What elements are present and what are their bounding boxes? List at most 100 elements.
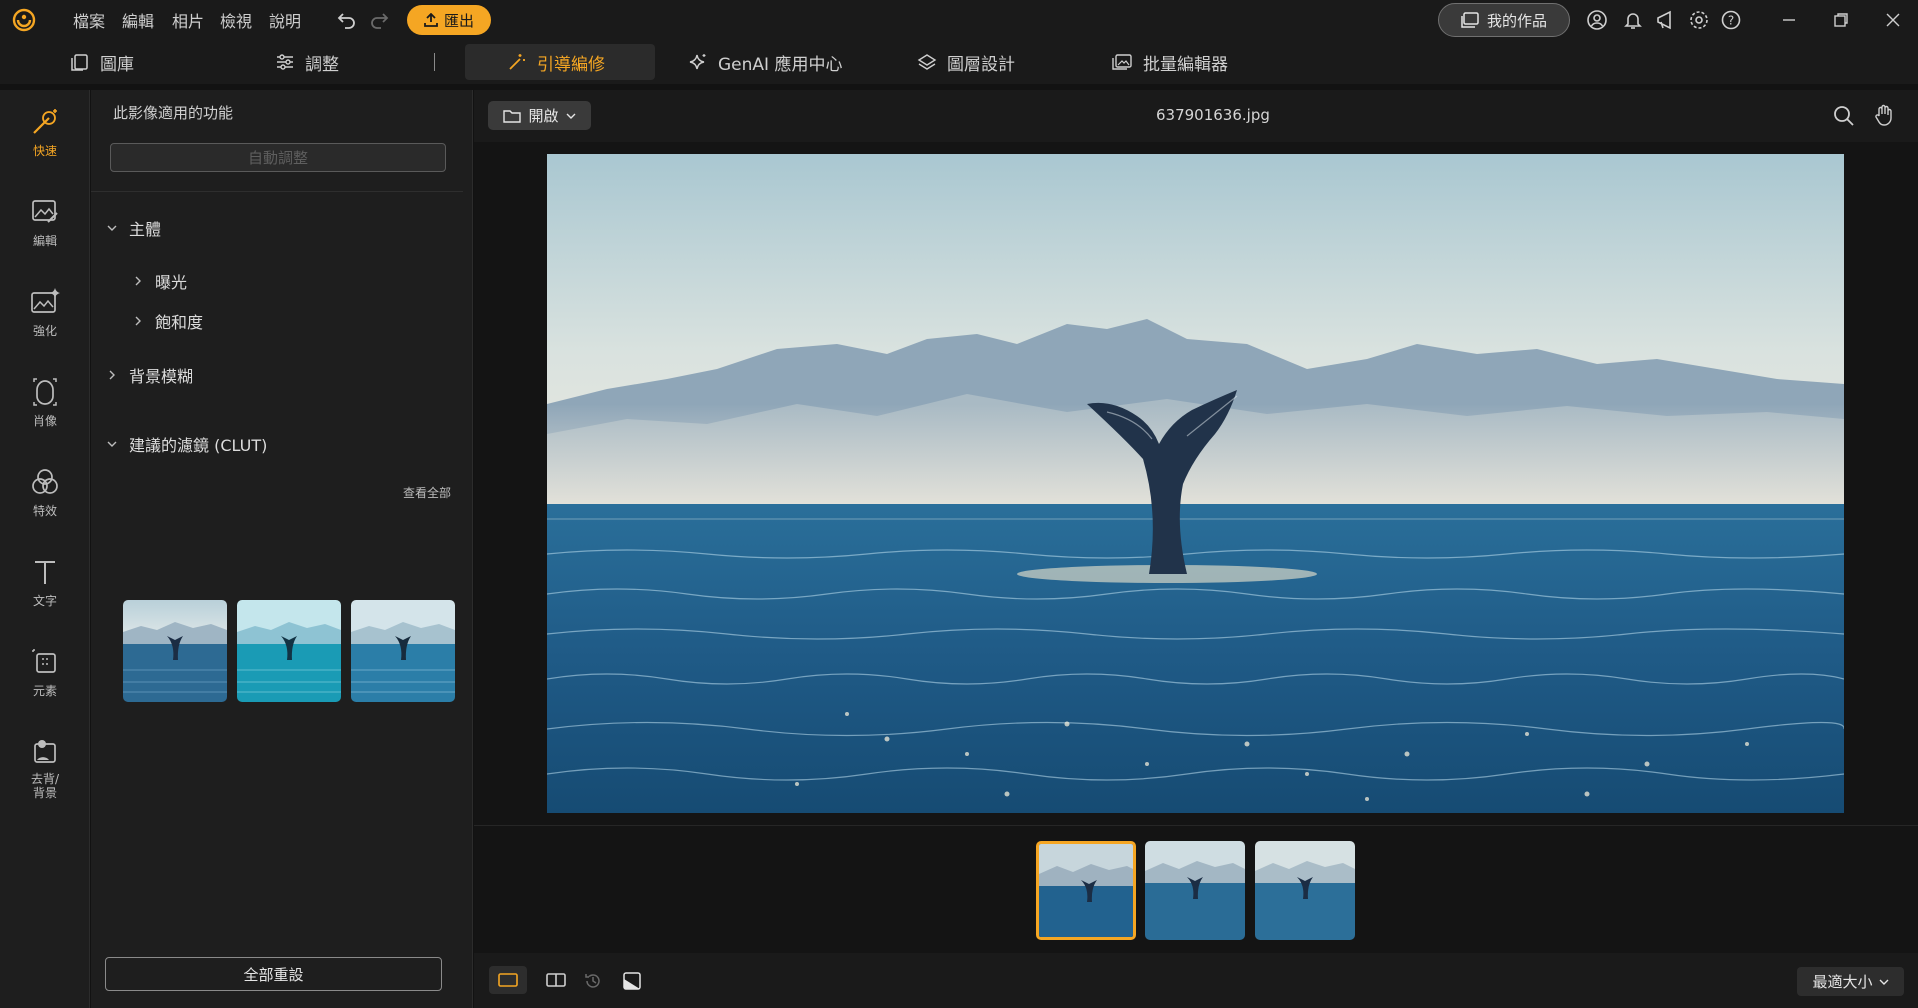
tab-guided-edit[interactable]: 引導編修	[465, 44, 655, 80]
restore-icon[interactable]	[1830, 9, 1852, 31]
menu-edit[interactable]: 編輯	[122, 8, 154, 32]
reset-all-button[interactable]: 全部重設	[105, 957, 442, 991]
tab-library[interactable]: 圖庫	[70, 44, 134, 80]
filter-thumbnail[interactable]	[123, 600, 227, 702]
menu-help[interactable]: 說明	[269, 8, 301, 32]
svg-text:?: ?	[1728, 14, 1734, 28]
split-view-icon	[546, 973, 566, 987]
see-all-link[interactable]: 查看全部	[403, 484, 451, 501]
filmstrip-thumbnail[interactable]	[1255, 841, 1355, 940]
auto-adjust-button[interactable]: 自動調整	[110, 143, 446, 172]
my-work-button[interactable]: 我的作品	[1438, 3, 1570, 37]
folder-icon	[503, 109, 522, 123]
tab-library-label: 圖庫	[100, 54, 134, 75]
section-suggested-filters-label: 建議的濾鏡 (CLUT)	[129, 436, 268, 455]
tab-batch-editor[interactable]: 批量編輯器	[1111, 44, 1228, 80]
compare-view-button[interactable]	[537, 966, 575, 994]
filmstrip-thumbnail-selected[interactable]	[1036, 841, 1136, 940]
tab-divider	[434, 53, 435, 71]
tab-genai-hub-label: GenAI 應用中心	[718, 54, 843, 75]
rail-label: 特效	[32, 504, 57, 518]
menu-photo[interactable]: 相片	[172, 8, 204, 32]
rail-label: 快速	[32, 144, 57, 158]
sliders-icon	[277, 54, 293, 70]
pan-hand-icon[interactable]	[1872, 103, 1896, 127]
export-button[interactable]: 匯出	[407, 5, 491, 35]
auto-adjust-label: 自動調整	[247, 149, 308, 167]
feature-panel: 此影像適用的功能 自動調整 主體 曝光 飽和度 背景模糊 建議的濾鏡 (CLUT…	[91, 90, 473, 1008]
rail-label: 去背/ 背景	[30, 772, 60, 800]
megaphone-icon[interactable]	[1655, 9, 1677, 31]
bottom-toolbar	[474, 953, 1918, 1008]
chevron-right-icon	[135, 316, 141, 326]
tab-layer-design-label: 圖層設計	[947, 54, 1015, 75]
single-view-button[interactable]	[489, 966, 527, 994]
rail-item-text[interactable]: 文字	[0, 556, 90, 609]
filmstrip-thumbnail[interactable]	[1145, 841, 1245, 940]
panel-divider	[91, 191, 463, 192]
rail-item-elements[interactable]: 元素	[0, 646, 90, 699]
image-edit-icon	[32, 200, 58, 223]
minimize-icon[interactable]	[1778, 9, 1800, 31]
tool-rail: 快速 編輯 強化 肖像 特效 文字 元素 去背/ 背景	[0, 90, 90, 1008]
reset-all-label: 全部重設	[243, 965, 304, 984]
tab-adjust[interactable]: 調整	[275, 44, 339, 80]
menu-file[interactable]: 檔案	[73, 8, 105, 32]
file-name: 637901636.jpg	[1156, 106, 1270, 124]
rail-item-quick[interactable]: 快速	[0, 106, 90, 159]
sparkle-icon	[689, 54, 706, 70]
tab-guided-edit-label: 引導編修	[537, 54, 605, 75]
rail-item-enhance[interactable]: 強化	[0, 286, 90, 339]
tab-batch-editor-label: 批量編輯器	[1143, 54, 1228, 75]
main-photo[interactable]	[547, 154, 1844, 813]
folder-stack-icon	[1461, 12, 1479, 28]
rail-item-edit[interactable]: 編輯	[0, 196, 90, 249]
single-view-icon	[498, 973, 518, 987]
open-label: 開啟	[528, 107, 559, 125]
filter-thumbnail[interactable]	[351, 600, 455, 702]
settings-gear-icon[interactable]	[1688, 9, 1710, 31]
filmstrip-divider	[474, 825, 1918, 826]
item-exposure[interactable]: 曝光	[133, 269, 187, 293]
filter-thumbnail[interactable]	[237, 600, 341, 702]
section-suggested-filters[interactable]: 建議的濾鏡 (CLUT)	[107, 432, 267, 456]
history-icon[interactable]	[583, 971, 603, 991]
chevron-down-icon	[1879, 979, 1888, 985]
app-logo-icon	[12, 8, 36, 32]
notification-bell-icon[interactable]	[1622, 9, 1644, 31]
help-icon[interactable]: ?	[1720, 9, 1742, 31]
zoom-search-icon[interactable]	[1832, 104, 1856, 128]
undo-icon[interactable]	[336, 9, 358, 31]
open-button[interactable]: 開啟	[488, 101, 591, 130]
rail-label: 肖像	[32, 414, 57, 428]
chevron-down-icon	[107, 225, 117, 231]
layers-icon	[917, 54, 937, 70]
section-background-blur[interactable]: 背景模糊	[107, 363, 193, 387]
my-work-label: 我的作品	[1486, 11, 1547, 30]
rail-item-remove-background[interactable]: 去背/ 背景	[0, 736, 90, 800]
account-icon[interactable]	[1586, 9, 1608, 31]
tab-layer-design[interactable]: 圖層設計	[917, 44, 1015, 80]
rail-item-effects[interactable]: 特效	[0, 466, 90, 519]
rail-label: 文字	[32, 594, 57, 608]
remove-background-icon	[34, 740, 56, 763]
zoom-fit-dropdown[interactable]: 最適大小	[1797, 967, 1904, 996]
title-bar: 檔案 編輯 相片 檢視 說明 匯出 我的作品 ?	[0, 0, 1918, 40]
redo-icon[interactable]	[368, 9, 390, 31]
section-subject-label: 主體	[129, 220, 162, 239]
chevron-right-icon	[135, 276, 141, 286]
section-background-blur-label: 背景模糊	[129, 367, 194, 386]
image-sparkle-icon	[31, 288, 60, 313]
text-t-icon	[35, 561, 55, 584]
close-icon[interactable]	[1882, 9, 1904, 31]
compare-toggle-icon[interactable]	[622, 971, 642, 991]
tab-genai-hub[interactable]: GenAI 應用中心	[688, 44, 842, 80]
menu-view[interactable]: 檢視	[220, 8, 252, 32]
rail-item-portrait[interactable]: 肖像	[0, 376, 90, 429]
tab-adjust-label: 調整	[305, 54, 339, 75]
magic-wand-icon	[509, 54, 525, 70]
upload-icon	[424, 13, 438, 27]
section-subject[interactable]: 主體	[107, 216, 161, 240]
item-saturation[interactable]: 飽和度	[133, 309, 203, 333]
library-icon	[71, 54, 88, 71]
